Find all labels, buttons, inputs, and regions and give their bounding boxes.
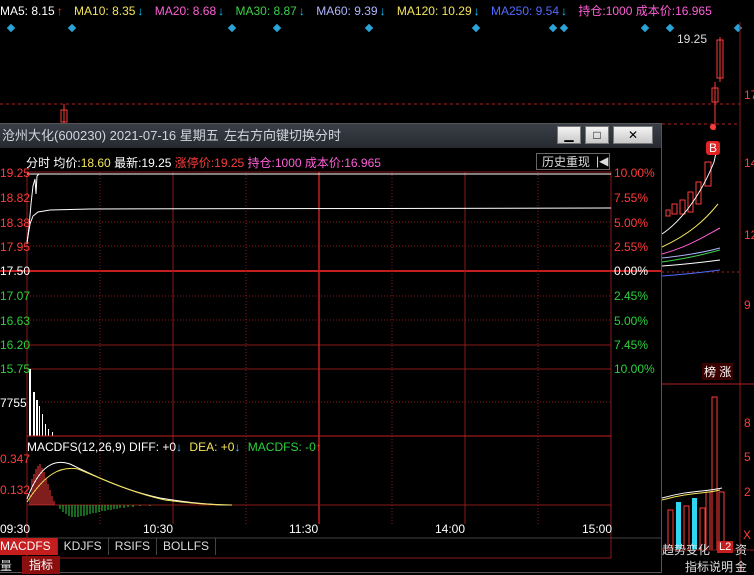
tab-kdjfs[interactable]: KDJFS: [58, 538, 109, 555]
rank-label[interactable]: 榜 涨: [702, 363, 734, 380]
time-axis-label: 15:00: [582, 522, 613, 536]
percent-axis-label: 5.00%: [614, 216, 649, 230]
price-axis-label: 18.38: [0, 216, 31, 230]
high-price-label: 19.25: [677, 32, 708, 46]
ma120-label: MA120: 10.29: [396, 4, 472, 18]
time-axis-label: 11:30: [289, 522, 319, 536]
ma120-arrow-icon: ↓: [473, 4, 480, 18]
ma30-label: MA30: 8.87: [235, 4, 297, 18]
macd-value: MACDFS: -0: [247, 440, 316, 454]
macd-dea: DEA: +0: [189, 440, 235, 454]
price-axis-label: 15.75: [0, 362, 31, 376]
dea-arrow-icon: ↓: [234, 440, 241, 454]
position-cost-label: 持仓:1000 成本价:16.965: [578, 4, 712, 18]
time-axis-label: 10:30: [143, 522, 174, 536]
price-axis-label: 17.50: [0, 264, 31, 278]
ma250-arrow-icon: ↓: [561, 4, 568, 18]
ma20-label: MA20: 8.68: [154, 4, 217, 18]
right-axis-label: 12: [744, 228, 754, 242]
percent-axis-label: 7.45%: [614, 338, 649, 352]
ma-legend-bar: MA5: 8.15 ↑ MA10: 8.35 ↓ MA20: 8.68 ↓ MA30:…: [0, 0, 754, 22]
fund-tab[interactable]: 资金: [735, 541, 754, 575]
ma20-arrow-icon: ↓: [218, 4, 225, 18]
percent-axis-label: 5.00%: [614, 314, 649, 328]
volume-tab[interactable]: 量: [0, 557, 12, 574]
time-axis-label: 09:30: [0, 522, 31, 536]
percent-axis-label: 0.00%: [614, 264, 649, 278]
tab-rsifs[interactable]: RSIFS: [109, 538, 158, 555]
indicator-tabs: MACDFS KDJFS RSIFS BOLLFS: [0, 538, 217, 555]
right-axis-label: 17: [744, 88, 754, 102]
intraday-popup-window[interactable]: 沧州大化(600230) 2021-07-16 星期五 左右方向键切换分时 ▁ …: [0, 123, 662, 574]
indicator-tab[interactable]: 指标: [22, 556, 60, 574]
price-axis-label: 17.07: [0, 289, 31, 303]
percent-axis-label: 10.00%: [614, 166, 655, 180]
time-axis-label: 14:00: [435, 522, 466, 536]
x-label: X: [743, 528, 752, 542]
buy-marker-icon[interactable]: B: [706, 141, 720, 155]
ma250-label: MA250: 9.54: [490, 4, 560, 18]
ma10-label: MA10: 8.35: [74, 4, 136, 18]
macd-diff: DIFF: +0: [129, 440, 177, 454]
percent-axis-label: 10.00%: [614, 362, 655, 376]
ma60-arrow-icon: ↓: [379, 4, 386, 18]
volume-axis-label: 7755: [0, 396, 27, 410]
right-axis-label: 2: [744, 485, 751, 499]
macd-arrow-icon: ↑: [315, 440, 322, 454]
right-axis-label: 14: [744, 156, 754, 170]
macd-header: MACDFS(12,26,9) DIFF: +0↓ DEA: +0↓ MACDF…: [27, 440, 322, 454]
ma5-label: MA5: 8.15: [0, 4, 55, 18]
price-axis-label: 17.95: [0, 240, 31, 254]
right-axis-label: 5: [744, 450, 751, 464]
price-axis-label: 16.20: [0, 338, 31, 352]
price-axis-label: 18.82: [0, 191, 31, 205]
diff-arrow-icon: ↓: [176, 440, 183, 454]
trend-change-tab[interactable]: 趋势变化: [662, 541, 710, 558]
l2-badge[interactable]: L2: [717, 541, 734, 553]
percent-axis-label: 2.45%: [614, 289, 649, 303]
macd-axis-label: 0.347: [0, 452, 31, 466]
price-axis-label: 16.63: [0, 314, 31, 328]
price-axis-label: 19.25: [0, 166, 31, 180]
right-axis-label: 9: [744, 298, 751, 312]
intraday-chart[interactable]: [0, 124, 662, 574]
ma60-label: MA60: 9.39: [316, 4, 378, 18]
tab-macdfs[interactable]: MACDFS: [0, 538, 58, 555]
ma10-arrow-icon: ↓: [137, 4, 144, 18]
tab-bollfs[interactable]: BOLLFS: [157, 538, 217, 555]
ma30-arrow-icon: ↓: [298, 4, 305, 18]
macd-name: MACDFS(12,26,9): [27, 440, 126, 454]
indicator-help-tab[interactable]: 指标说明: [685, 558, 733, 575]
right-axis-label: 8: [744, 416, 751, 430]
percent-axis-label: 7.55%: [614, 191, 649, 205]
macd-axis-label: 0.132: [0, 483, 31, 497]
ma5-arrow-icon: ↑: [56, 4, 63, 18]
percent-axis-label: 2.55%: [614, 240, 649, 254]
